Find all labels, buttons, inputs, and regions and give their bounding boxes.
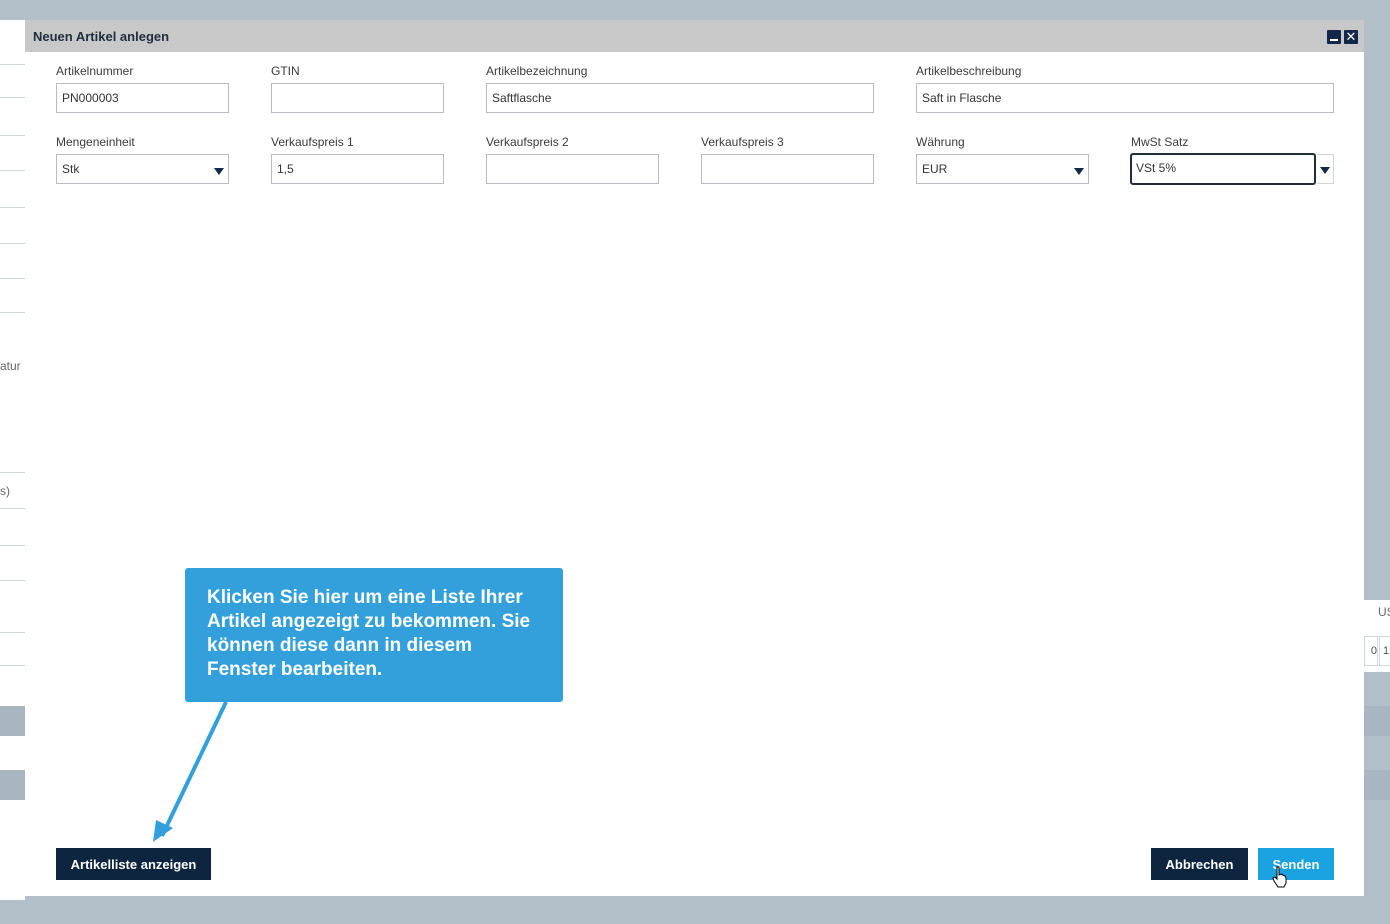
waehrung-select[interactable]: EUR xyxy=(916,154,1089,184)
background-divider xyxy=(0,665,25,666)
background-band xyxy=(1364,770,1390,800)
verkaufspreis2-label: Verkaufspreis 2 xyxy=(486,135,569,149)
help-tooltip: Klicken Sie hier um eine Liste Ihrer Art… xyxy=(185,568,563,702)
help-tooltip-text: Klicken Sie hier um eine Liste Ihrer Art… xyxy=(207,587,531,680)
background-text-fragment: US xyxy=(1378,605,1390,619)
background-divider xyxy=(0,508,25,509)
artikelnummer-input[interactable]: PN000003 xyxy=(56,83,229,113)
background-text-fragment: atur xyxy=(0,359,21,373)
background-divider xyxy=(0,472,25,473)
background-input-fragment: 1 xyxy=(1379,636,1390,666)
tooltip-arrow-icon xyxy=(153,701,228,842)
verkaufspreis3-input[interactable] xyxy=(701,154,874,184)
senden-button[interactable]: Senden xyxy=(1258,848,1334,880)
background-band xyxy=(1364,706,1390,736)
new-article-dialog: Neuen Artikel anlegen ✕ Artikelnummer PN… xyxy=(25,20,1364,896)
background-divider xyxy=(0,243,25,244)
gtin-label: GTIN xyxy=(271,64,300,78)
dialog-titlebar[interactable]: Neuen Artikel anlegen ✕ xyxy=(25,20,1364,52)
background-left-panel xyxy=(0,20,25,900)
verkaufspreis1-input[interactable]: 1,5 xyxy=(271,154,444,184)
dropdown-caret-icon[interactable] xyxy=(1320,167,1330,174)
verkaufspreis2-input[interactable] xyxy=(486,154,659,184)
artikelnummer-label: Artikelnummer xyxy=(56,64,134,78)
artikelbezeichnung-input[interactable]: Saftflasche xyxy=(486,83,874,113)
background-divider xyxy=(0,135,25,136)
background-divider xyxy=(0,207,25,208)
mengeneinheit-select[interactable]: Stk xyxy=(56,154,229,184)
gtin-input[interactable] xyxy=(271,83,444,113)
background-divider xyxy=(0,580,25,581)
background-text-fragment: s) xyxy=(0,484,10,498)
background-divider xyxy=(0,312,25,313)
artikelliste-anzeigen-button[interactable]: Artikelliste anzeigen xyxy=(56,848,211,880)
mwst-label: MwSt Satz xyxy=(1131,135,1189,149)
background-divider xyxy=(0,278,25,279)
close-icon[interactable]: ✕ xyxy=(1344,30,1358,44)
mwst-select[interactable]: VSt 5% xyxy=(1130,153,1316,185)
waehrung-label: Währung xyxy=(916,135,965,149)
verkaufspreis1-label: Verkaufspreis 1 xyxy=(271,135,354,149)
background-input-fragment: 0 xyxy=(1364,636,1378,666)
minimize-icon[interactable] xyxy=(1327,30,1341,44)
verkaufspreis3-label: Verkaufspreis 3 xyxy=(701,135,784,149)
dialog-title: Neuen Artikel anlegen xyxy=(33,29,170,44)
dropdown-caret-icon[interactable] xyxy=(214,168,224,175)
hand-pointer-icon xyxy=(1272,866,1287,888)
mengeneinheit-label: Mengeneinheit xyxy=(56,135,135,149)
background-band xyxy=(0,706,25,736)
dropdown-caret-icon[interactable] xyxy=(1074,168,1084,175)
background-divider xyxy=(0,64,25,65)
artikelbeschreibung-label: Artikelbeschreibung xyxy=(916,64,1022,78)
abbrechen-button[interactable]: Abbrechen xyxy=(1151,848,1248,880)
background-divider xyxy=(0,170,25,171)
artikelbezeichnung-label: Artikelbezeichnung xyxy=(486,64,588,78)
background-band xyxy=(0,770,25,800)
mengeneinheit-value: Stk xyxy=(62,162,80,176)
mwst-value: VSt 5% xyxy=(1136,161,1177,175)
background-divider xyxy=(0,97,25,98)
background-divider xyxy=(0,545,25,546)
artikelbeschreibung-input[interactable]: Saft in Flasche xyxy=(916,83,1334,113)
background-divider xyxy=(0,632,25,633)
waehrung-value: EUR xyxy=(922,162,948,176)
